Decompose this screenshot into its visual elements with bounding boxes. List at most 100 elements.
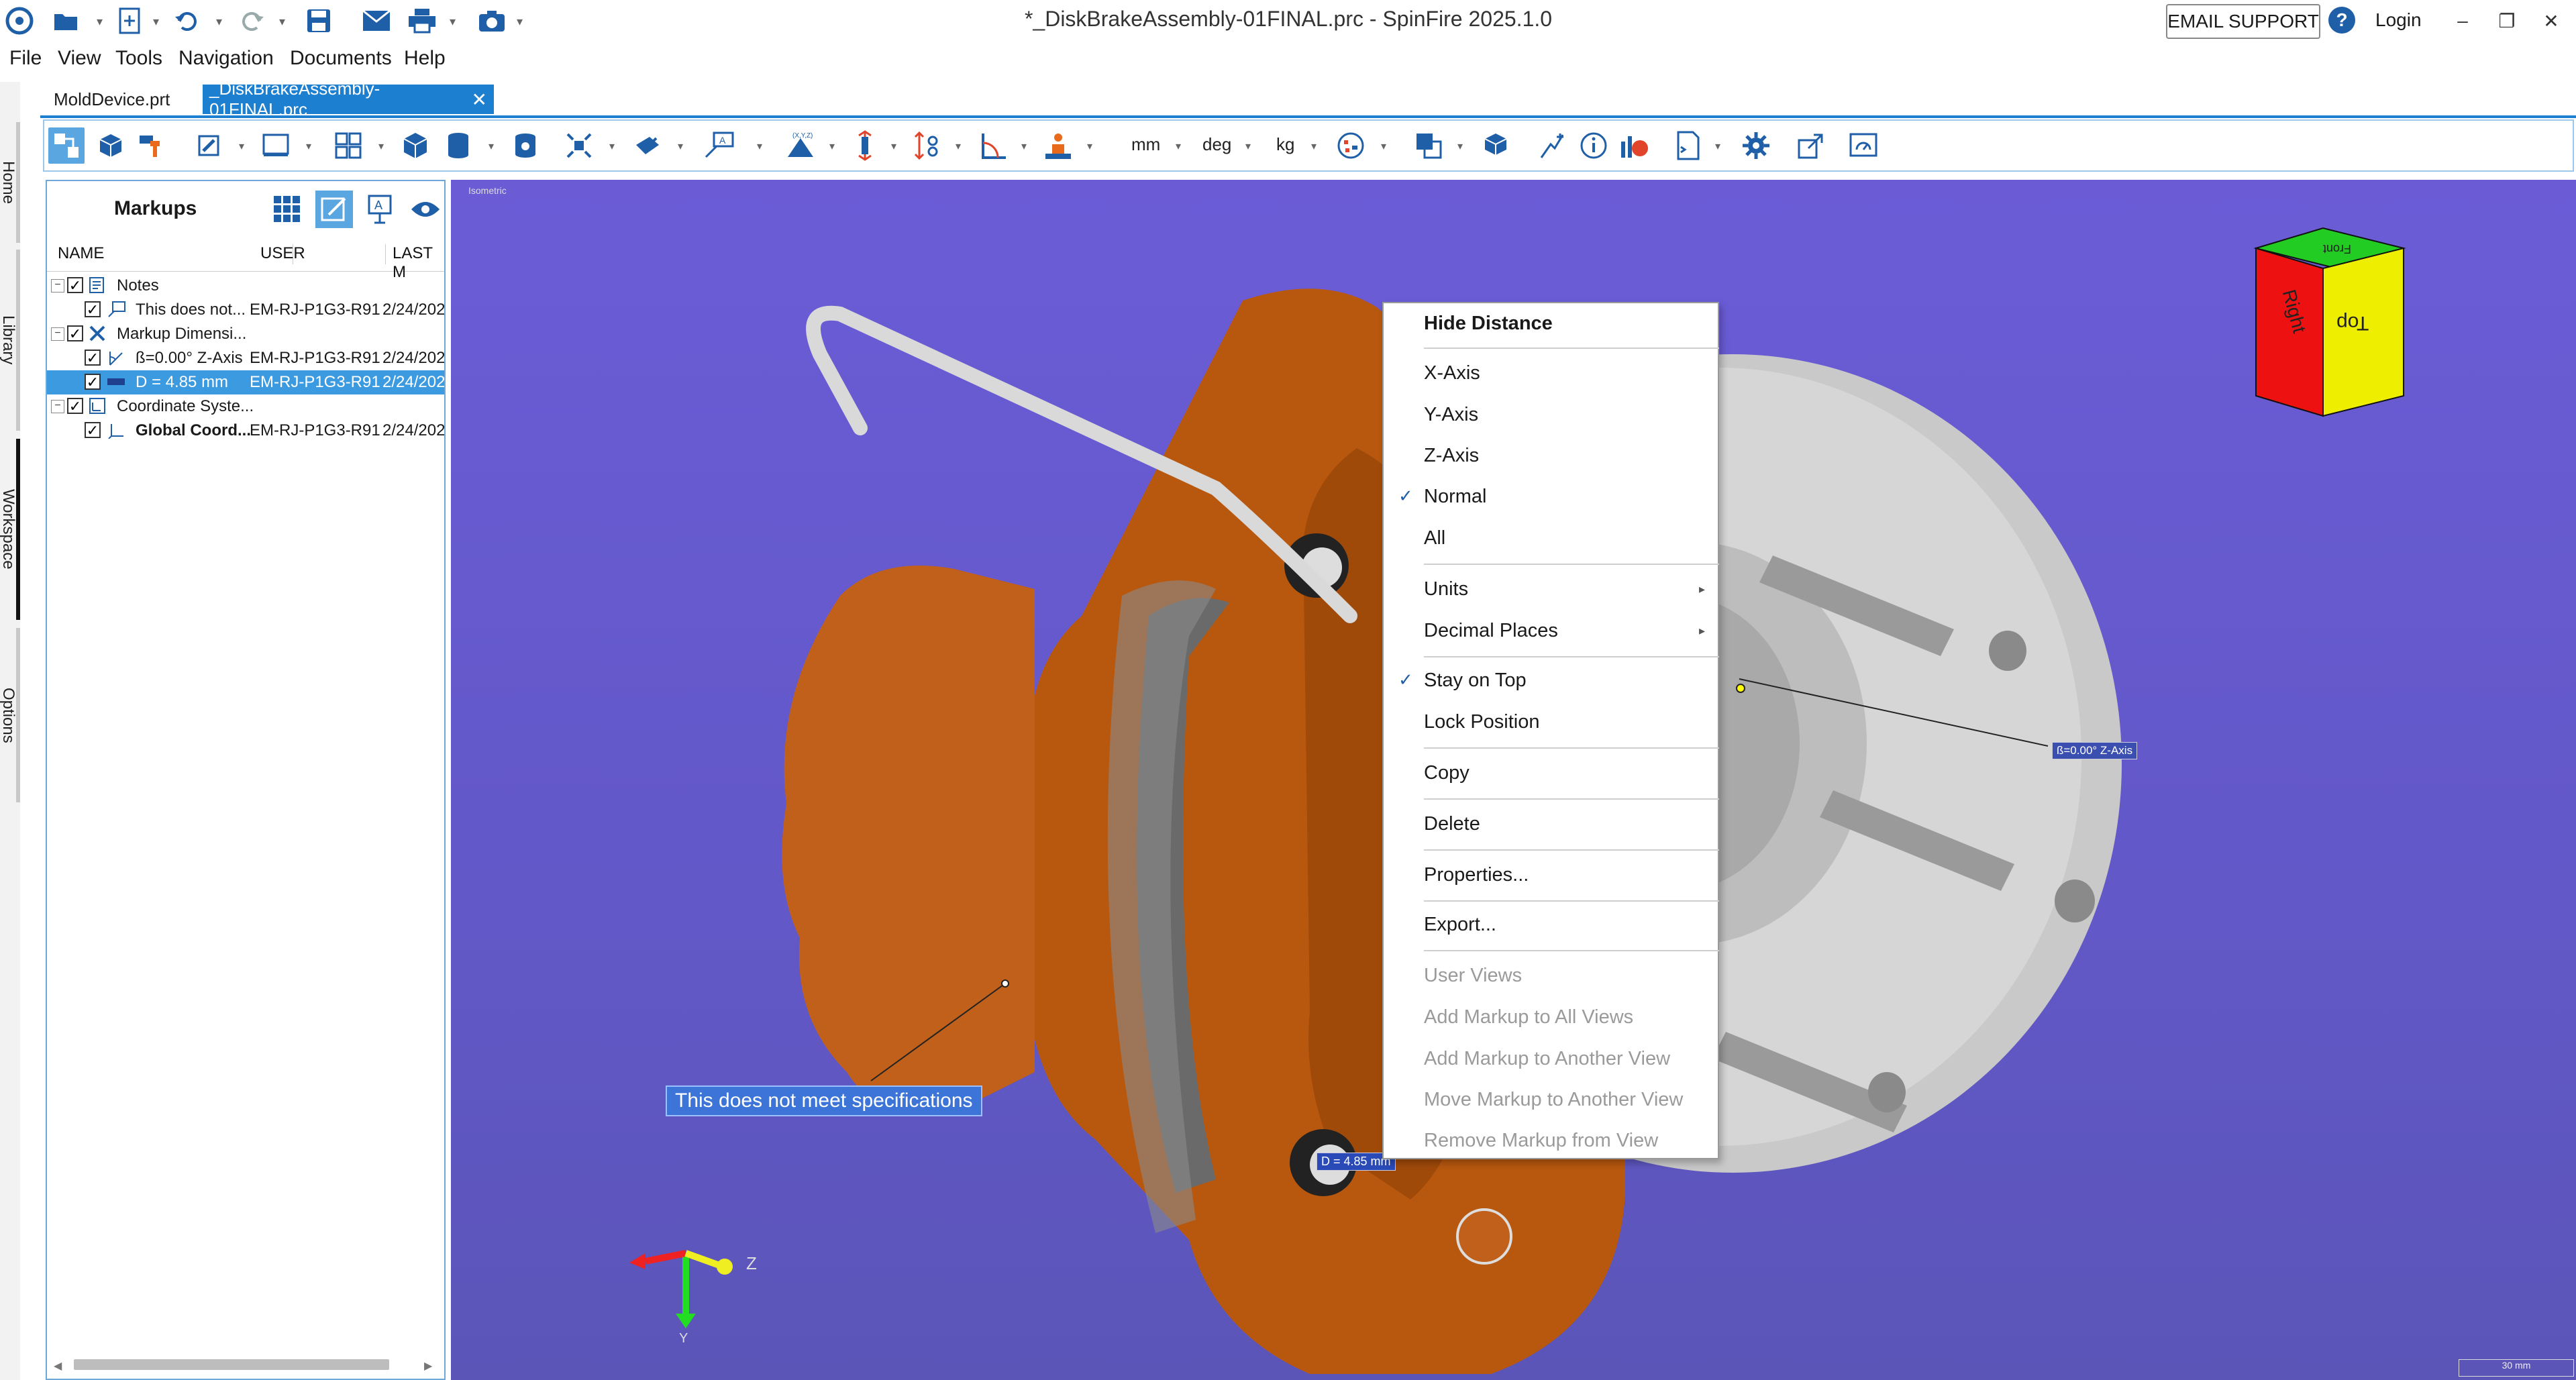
point-measure-icon[interactable] (1534, 127, 1570, 164)
solid-cube-icon[interactable] (397, 127, 433, 164)
select-tool-icon[interactable] (48, 127, 85, 164)
menu-item-decimal-places[interactable]: Decimal Places (1424, 620, 1558, 642)
section-tool-icon[interactable] (629, 127, 666, 164)
measure-mass-icon[interactable] (1040, 127, 1076, 164)
close-window-icon[interactable]: ✕ (2531, 5, 2571, 36)
info-icon[interactable] (1576, 127, 1612, 164)
new-document-icon[interactable] (114, 5, 145, 36)
script-icon[interactable] (1669, 127, 1706, 164)
email-icon[interactable] (361, 5, 392, 36)
column-user[interactable]: USER (260, 244, 305, 264)
paint-tool-icon[interactable] (133, 127, 169, 164)
tree-row-notes[interactable]: − ✓ Notes (47, 274, 444, 298)
material-dropdown-caret-icon[interactable]: ▾ (1381, 140, 1386, 153)
angle-units-select[interactable]: deg (1202, 134, 1231, 155)
checkbox-coordinates[interactable]: ✓ (67, 398, 83, 414)
checkbox-angle-dimension[interactable]: ✓ (85, 350, 101, 366)
scrollbar-thumb[interactable] (74, 1359, 389, 1370)
measure-distance-icon[interactable] (909, 127, 945, 164)
close-tab-icon[interactable]: ✕ (472, 89, 487, 111)
markup-edit-icon[interactable] (315, 191, 353, 228)
email-support-button[interactable]: EMAIL SUPPORT (2166, 4, 2320, 39)
layout-grid-icon[interactable] (330, 127, 366, 164)
vtab-options[interactable]: Options (0, 628, 20, 802)
markup-grid-view-icon[interactable] (268, 191, 306, 228)
help-icon[interactable]: ? (2328, 7, 2355, 34)
menu-help[interactable]: Help (404, 47, 446, 70)
section-dropdown-caret-icon[interactable]: ▾ (678, 140, 683, 153)
menu-item-x-axis[interactable]: X-Axis (1424, 362, 1480, 384)
checkbox-dimensions[interactable]: ✓ (67, 325, 83, 341)
menu-item-units[interactable]: Units (1424, 578, 1468, 600)
menu-item-export[interactable]: Export... (1424, 914, 1496, 936)
layout-dropdown-caret-icon[interactable]: ▾ (378, 140, 384, 153)
tree-row-global-coordinate[interactable]: ✓ Global Coord... EM-RJ-P1G3-R91... 2/24… (47, 419, 444, 443)
open-dropdown-caret-icon[interactable]: ▾ (97, 15, 103, 29)
collapse-dimensions-icon[interactable]: − (51, 327, 64, 341)
menu-item-delete[interactable]: Delete (1424, 813, 1480, 835)
minimize-icon[interactable]: – (2442, 5, 2483, 36)
exploded-parts-icon[interactable] (1478, 127, 1514, 164)
tree-row-markup-dimensions[interactable]: − ✓ Markup Dimensi... (47, 322, 444, 346)
menu-documents[interactable]: Documents (290, 47, 392, 70)
settings-gear-icon[interactable] (1738, 127, 1774, 164)
menu-item-all[interactable]: All (1424, 527, 1445, 549)
measure-mass-dropdown-caret-icon[interactable]: ▾ (1087, 140, 1092, 153)
menu-item-stay-on-top[interactable]: Stay on Top (1424, 670, 1527, 692)
performance-monitor-icon[interactable] (1845, 127, 1882, 164)
undo-dropdown-caret-icon[interactable]: ▾ (216, 15, 222, 29)
tree-row-note-item[interactable]: ✓ This does not... EM-RJ-P1G3-R91... 2/2… (47, 298, 444, 322)
redo-dropdown-caret-icon[interactable]: ▾ (279, 15, 285, 29)
angle-units-caret-icon[interactable]: ▾ (1245, 140, 1251, 153)
save-icon[interactable] (303, 5, 334, 36)
vtab-workspace[interactable]: Workspace (0, 439, 20, 620)
view-frame-dropdown-caret-icon[interactable]: ▾ (306, 140, 311, 153)
analytics-icon[interactable] (1616, 127, 1652, 164)
assembly-tool-icon[interactable] (93, 127, 129, 164)
material-globe-icon[interactable] (1333, 127, 1369, 164)
print-icon[interactable] (407, 5, 437, 36)
vtab-home[interactable]: Home (0, 122, 20, 243)
checkbox-note-item[interactable]: ✓ (85, 301, 101, 317)
print-dropdown-caret-icon[interactable]: ▾ (450, 15, 456, 29)
menu-navigation[interactable]: Navigation (178, 47, 274, 70)
markup-text-icon[interactable]: A (361, 191, 399, 228)
mass-units-select[interactable]: kg (1276, 134, 1294, 155)
menu-view[interactable]: View (58, 47, 101, 70)
explode-icon[interactable] (561, 127, 597, 164)
login-link[interactable]: Login (2375, 9, 2422, 31)
script-dropdown-caret-icon[interactable]: ▾ (1715, 140, 1720, 153)
annotation-dropdown-caret-icon[interactable]: ▾ (757, 140, 762, 153)
orientation-cube[interactable] (2253, 227, 2406, 417)
cylinder-dropdown-caret-icon[interactable]: ▾ (488, 140, 494, 153)
menu-item-properties[interactable]: Properties... (1424, 864, 1529, 886)
menu-item-copy[interactable]: Copy (1424, 762, 1470, 784)
redo-icon[interactable] (236, 5, 267, 36)
vtab-library[interactable]: Library (0, 250, 20, 431)
view-frame-icon[interactable] (258, 127, 294, 164)
collapse-notes-icon[interactable]: − (51, 279, 64, 293)
erase-dropdown-caret-icon[interactable]: ▾ (239, 140, 244, 153)
cylinder-icon[interactable] (440, 127, 476, 164)
measure-xyz-dropdown-caret-icon[interactable]: ▾ (829, 140, 835, 153)
scroll-right-icon[interactable]: ▶ (424, 1359, 432, 1373)
markup-note-label[interactable]: This does not meet specifications (666, 1085, 982, 1116)
explode-dropdown-caret-icon[interactable]: ▾ (609, 140, 615, 153)
compare-icon[interactable] (1410, 127, 1447, 164)
doc-tab-molddevice[interactable]: MoldDevice.prt (47, 85, 176, 114)
new-dropdown-caret-icon[interactable]: ▾ (153, 15, 159, 29)
tree-row-distance-dimension[interactable]: ✓ D = 4.85 mm EM-RJ-P1G3-R91... 2/24/202 (47, 370, 444, 394)
menu-tools[interactable]: Tools (115, 47, 162, 70)
length-units-caret-icon[interactable]: ▾ (1176, 140, 1181, 153)
panel-horizontal-scrollbar[interactable]: ◀ ▶ (54, 1355, 436, 1373)
screenshot-dropdown-caret-icon[interactable]: ▾ (517, 15, 523, 29)
export-window-icon[interactable] (1793, 127, 1829, 164)
doc-tab-diskbrake[interactable]: _DiskBrakeAssembly-01FINAL.prc ✕ (203, 78, 494, 119)
compare-dropdown-caret-icon[interactable]: ▾ (1457, 140, 1463, 153)
scroll-left-icon[interactable]: ◀ (54, 1359, 62, 1373)
open-folder-icon[interactable] (51, 5, 82, 36)
angle-dimension-label[interactable]: ß=0.00° Z-Axis (2052, 742, 2138, 759)
erase-tool-icon[interactable] (191, 127, 227, 164)
app-logo-icon[interactable] (4, 5, 35, 36)
column-name[interactable]: NAME (58, 244, 293, 264)
